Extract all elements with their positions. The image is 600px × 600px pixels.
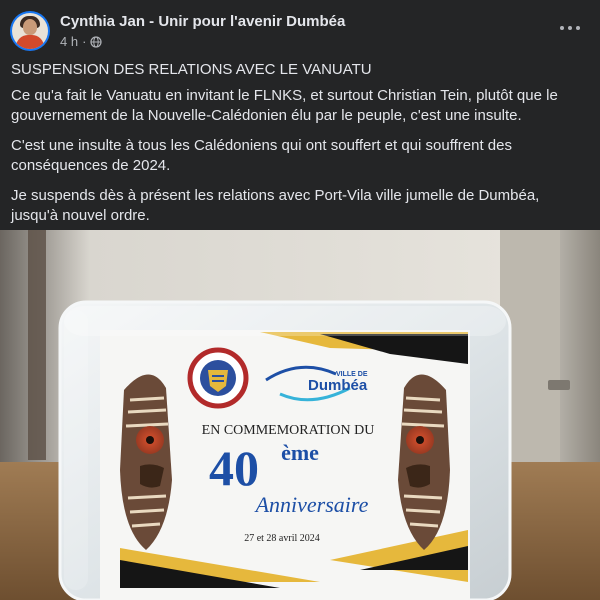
post-photo[interactable]: VILLE DE Dumbéa EN COMMEMORATION DU 40 è… <box>0 230 600 600</box>
post-header: Cynthia Jan - Unir pour l'avenir Dumbéa … <box>0 0 600 60</box>
post-title: SUSPENSION DES RELATIONS AVEC LE VANUATU <box>11 61 372 78</box>
post-paragraph-2: C'est une insulte à tous les Calédoniens… <box>11 137 512 174</box>
anniversary-word: Anniversaire <box>254 492 369 517</box>
post-paragraph-1: Ce qu'a fait le Vanuatu en invitant le F… <box>11 87 558 124</box>
author-name[interactable]: Cynthia Jan - Unir pour l'avenir Dumbéa <box>60 13 345 30</box>
port-vila-seal <box>187 347 249 409</box>
logo-name: Dumbéa <box>308 377 368 394</box>
globe-icon <box>90 35 103 48</box>
post-paragraph-3: Je suspends dès à présent les relations … <box>11 187 540 224</box>
door-handle <box>548 380 570 390</box>
commemoration-text: EN COMMEMORATION DU <box>202 423 375 438</box>
avatar[interactable] <box>10 11 50 51</box>
anniversary-suffix: ème <box>281 440 319 465</box>
more-options-icon[interactable] <box>558 16 582 40</box>
avatar-photo <box>12 13 48 49</box>
plaque-dates: 27 et 28 avril 2024 <box>244 533 320 544</box>
left-frame <box>28 230 46 460</box>
post-body: SUSPENSION DES RELATIONS AVEC LE VANUATU… <box>11 60 589 236</box>
meta-separator: · <box>82 34 87 49</box>
post-time[interactable]: 4 h <box>60 34 78 49</box>
post-meta: 4 h · <box>60 34 103 49</box>
anniversary-number: 40 <box>209 440 259 496</box>
plaque-scene: VILLE DE Dumbéa EN COMMEMORATION DU 40 è… <box>0 230 600 600</box>
